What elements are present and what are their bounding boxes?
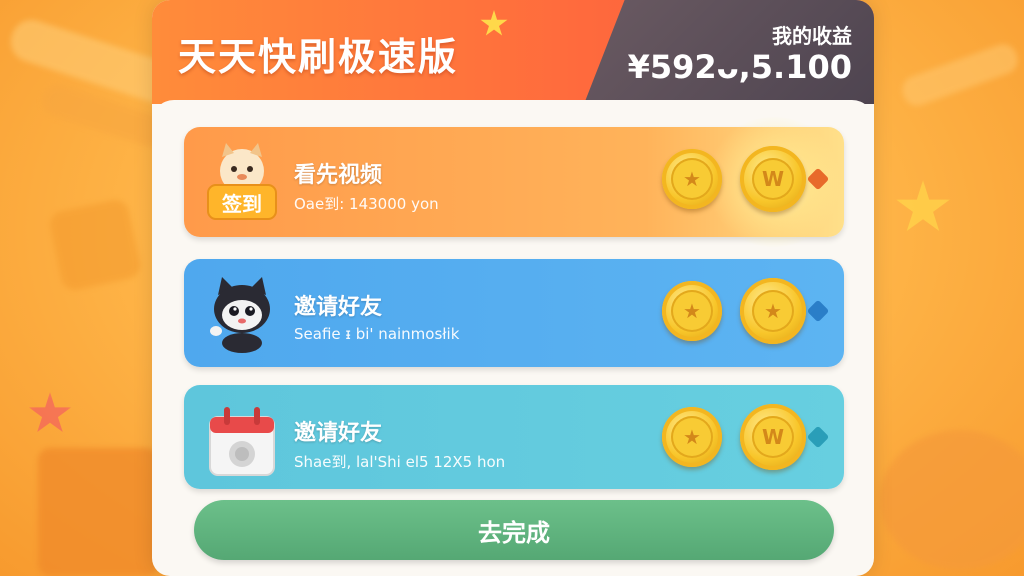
background-star-icon — [896, 180, 950, 231]
header: 天天快刷极速版 我的收益 ¥592ᴗ,5.100 — [152, 0, 874, 104]
task-title: 邀请好友 — [294, 421, 383, 446]
star-coin-icon: ★ — [662, 281, 722, 341]
task-panel: 天天快刷极速版 我的收益 ¥592ᴗ,5.100 签到 看先视频 Oaе到: 1… — [152, 0, 874, 576]
sign-in-badge: 签到 — [221, 192, 262, 216]
task-card-invite-friends[interactable]: 邀请好友 Seafie ᵻ bi' nainmosłik ★ ★ — [184, 259, 844, 367]
background-drum — [880, 430, 1024, 570]
task-title: 邀请好友 — [294, 295, 383, 320]
star-icon — [480, 10, 508, 36]
w-coin-icon: W — [740, 146, 806, 212]
background-decoration — [898, 40, 1022, 110]
task-subtitle: Oaе到: 143000 yon — [294, 195, 439, 213]
star-coin-icon: ★ — [662, 407, 722, 467]
mascot-sign-in-icon: 签到 — [202, 141, 282, 223]
task-subtitle: Seafie ᵻ bi' nainmosłik — [294, 325, 460, 343]
w-coin-icon: W — [740, 404, 806, 470]
go-complete-button[interactable]: 去完成 — [194, 500, 834, 560]
mascot-cat-icon — [202, 273, 282, 355]
background-cube — [38, 448, 158, 576]
background-star-icon — [28, 392, 72, 433]
task-subtitle: Shae到, lal'Shi el5 12X5 hon — [294, 453, 506, 471]
background-gift-box — [47, 197, 143, 293]
app-title: 天天快刷极速版 — [178, 35, 459, 79]
star-coin-icon: ★ — [662, 149, 722, 209]
star-coin-icon: ★ — [740, 278, 806, 344]
task-title: 看先视频 — [294, 163, 383, 188]
task-card-watch-video[interactable]: 签到 看先视频 Oaе到: 143000 yon ★ W — [184, 117, 844, 247]
task-card-invite-friends-calendar[interactable]: 邀请好友 Shae到, lal'Shi el5 12X5 hon ★ W — [184, 385, 844, 489]
chevron-right-icon — [806, 425, 830, 449]
chevron-right-icon — [806, 299, 830, 323]
calendar-icon — [202, 399, 282, 481]
earnings-label: 我的收益 — [772, 24, 852, 48]
earnings-value: ¥592ᴗ,5.100 — [627, 48, 852, 86]
